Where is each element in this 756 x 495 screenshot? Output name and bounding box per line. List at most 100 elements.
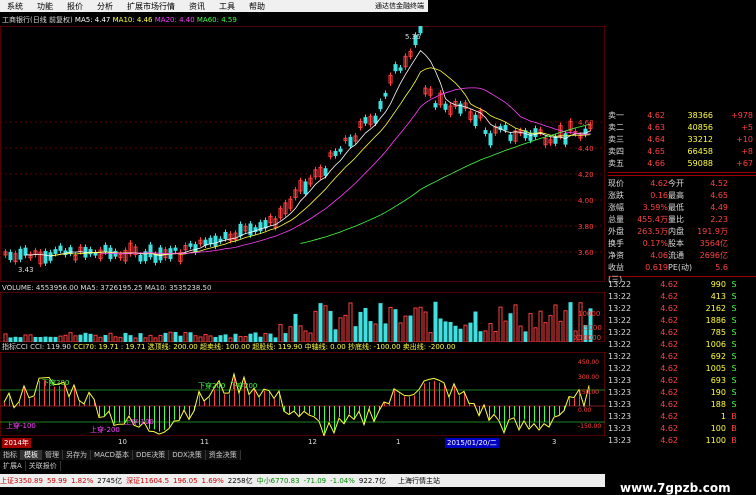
cci-bar (399, 393, 400, 406)
date-cursor: 2015/01/20/二 (445, 438, 499, 448)
tab-manage[interactable]: 管理 (42, 450, 63, 460)
cci-signal-label: 下穿200 (42, 378, 69, 387)
cci-bar (544, 406, 545, 422)
tick-price: 4.62 (642, 327, 678, 339)
volume-bar (284, 334, 287, 342)
tick-time: 13:22 (608, 291, 642, 303)
menu-item-function[interactable]: 功能 (30, 1, 60, 12)
volume-bar (569, 303, 572, 342)
volume-bar (434, 302, 437, 342)
tick-flag: S (726, 291, 742, 303)
status-sh-percent: 1.82% (71, 477, 93, 485)
volume-bar (269, 334, 272, 342)
stat-value: 455.4万 (632, 214, 668, 226)
tab-save-as[interactable]: 另存为 (63, 450, 91, 460)
order-label: 卖五 (608, 158, 633, 170)
cci-bar (519, 406, 520, 428)
volume-bar (79, 335, 82, 342)
candlestick-chart[interactable]: 5.36 3.43 4.60 4.40 4.20 4.00 3.80 3.60 (0, 26, 605, 282)
tab-ddx[interactable]: DDX决策 (169, 450, 206, 460)
price-tick: 3.80 (578, 223, 594, 231)
cci-bar (534, 406, 535, 422)
cci-bar (64, 384, 65, 406)
cci-parameters: CCI70: 19.71 : 19.71 选顶线: 200.00 超卖线: 10… (73, 343, 455, 351)
menu-item-news[interactable]: 资讯 (182, 1, 212, 12)
volume-bar (164, 333, 167, 342)
order-label: 卖三 (608, 134, 633, 146)
status-server[interactable]: 上海行情主站 (398, 476, 440, 486)
stat-value: 2696亿 (692, 250, 728, 262)
cci-info: 指标CCI CCI: 119.90 CCI70: 19.71 : 19.71 选… (2, 342, 455, 352)
tick-row: 13:224.62785S (608, 327, 756, 339)
volume-bar (334, 330, 337, 342)
tab-extension-a[interactable]: 扩展A (0, 461, 26, 471)
cci-bar (109, 406, 110, 411)
cci-bar (304, 406, 305, 411)
tick-row: 13:234.62693S (608, 375, 756, 387)
tick-volume: 693 (678, 375, 726, 387)
cci-bar (4, 403, 5, 406)
menu-item-ext-market[interactable]: 扩展市场行情 (120, 1, 182, 12)
stock-stats: 现价4.62今开4.52涨跌0.16最高4.65涨幅3.59%最低4.49总量4… (608, 178, 756, 274)
tick-time: 13:23 (608, 387, 642, 399)
cci-bar (24, 388, 25, 406)
volume-bar (354, 327, 357, 342)
tick-flag: S (726, 327, 742, 339)
tick-volume: 1886 (678, 315, 726, 327)
volume-bar (359, 312, 362, 342)
cci-bar (489, 406, 490, 419)
volume-bar (384, 324, 387, 342)
tick-flag: S (726, 363, 742, 375)
volume-chart[interactable]: 10000 5000 X10000 (0, 292, 605, 342)
cci-bar (299, 406, 300, 416)
tick-time: 13:22 (608, 327, 642, 339)
tick-price: 4.62 (642, 339, 678, 351)
tab-template[interactable]: 模板 (21, 450, 42, 460)
cci-bar (99, 406, 100, 416)
cci-bar (429, 382, 430, 406)
date-label: 3 (552, 438, 556, 446)
cci-bar (79, 401, 80, 406)
volume-bar (439, 319, 442, 342)
cci-bar (334, 406, 335, 430)
order-volume: 66458 (665, 146, 713, 158)
cci-bar (184, 406, 185, 410)
cci-bar (404, 396, 405, 406)
order-price: 4.66 (633, 158, 665, 170)
cci-bar (34, 397, 35, 406)
stat-label: 收益(三) (608, 262, 632, 274)
tab-dde[interactable]: DDE决策 (133, 450, 169, 460)
volume-bar (254, 333, 257, 342)
stat-value: 3.59% (632, 202, 668, 214)
cci-bar (229, 394, 230, 406)
stat-row: 换手0.17%股本3564亿 (608, 238, 756, 250)
high-price-label: 5.36 (405, 33, 421, 41)
cci-bar (324, 406, 325, 433)
cci-bar (529, 406, 530, 427)
cci-bar (104, 406, 105, 416)
status-sme-index: 中小6770.83 (257, 476, 300, 486)
tab-fund[interactable]: 资金决策 (206, 450, 241, 460)
tick-price: 4.62 (642, 279, 678, 291)
cci-chart[interactable]: 下穿200 上穿-100 下穿200 下穿200 上穿-200 上穿-100 4… (0, 352, 605, 436)
stat-value: 4.65 (692, 190, 728, 202)
menu-item-analysis[interactable]: 分析 (90, 1, 120, 12)
tick-time: 13:22 (608, 315, 642, 327)
menu-item-help[interactable]: 帮助 (242, 1, 272, 12)
cci-bar (419, 391, 420, 406)
volume-bar (379, 304, 382, 342)
cci-bar (459, 396, 460, 406)
menu-item-system[interactable]: 系统 (0, 1, 30, 12)
stat-value: 191.9万 (692, 226, 728, 238)
tab-related-quote[interactable]: 关联报价 (26, 461, 61, 471)
tick-row: 13:224.621006S (608, 339, 756, 351)
stat-row: 净资4.06流通2696亿 (608, 250, 756, 262)
tab-macd[interactable]: MACD基本 (91, 450, 133, 460)
menu-item-quote[interactable]: 报价 (60, 1, 90, 12)
volume-tick: X10000 (574, 334, 601, 342)
menu-item-tools[interactable]: 工具 (212, 1, 242, 12)
tab-indicator[interactable]: 指标 (0, 450, 21, 460)
tick-row: 13:224.62990S (608, 279, 756, 291)
stock-info-line: 工商银行(日线 前复权) MA5: 4.47 MA10: 4.46 MA20: … (2, 15, 237, 25)
cci-bar (54, 387, 55, 406)
